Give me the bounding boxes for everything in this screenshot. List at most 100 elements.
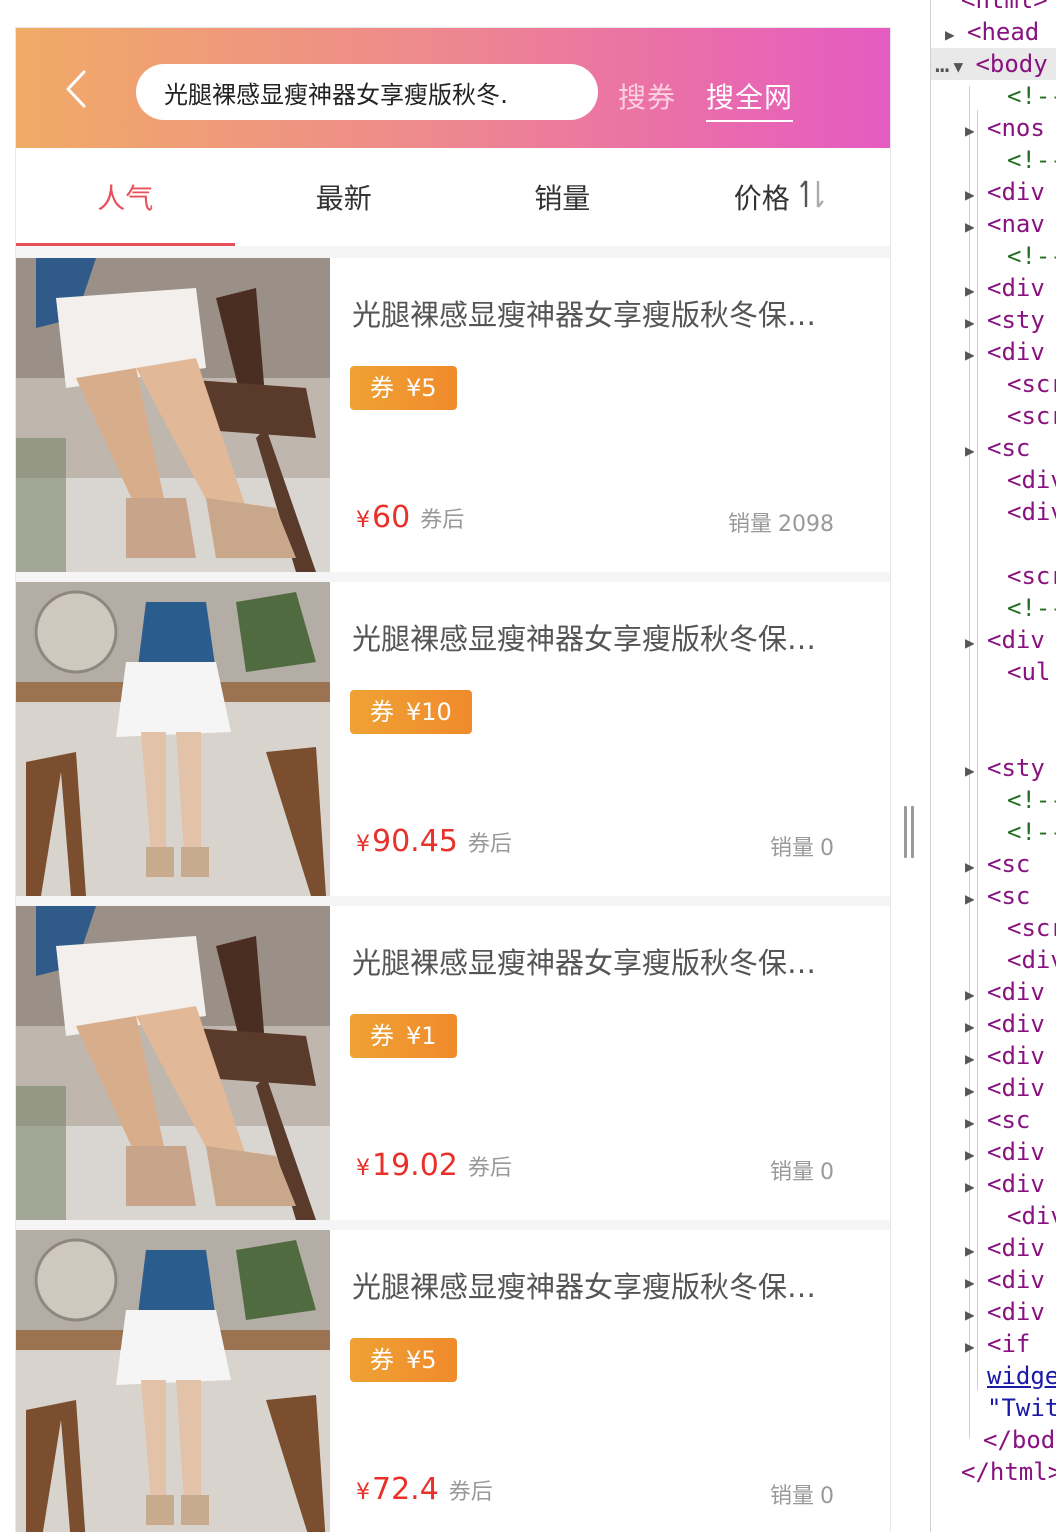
- dom-node-text: <!--: [1007, 818, 1056, 846]
- dom-tree-node[interactable]: … ▼ <body: [931, 48, 1056, 80]
- dom-tree-node[interactable]: <div: [1007, 496, 1056, 528]
- dom-tree-node[interactable]: <!--: [1007, 784, 1056, 816]
- dom-tree-node[interactable]: ▶ <if: [965, 1328, 1030, 1360]
- product-title[interactable]: 光腿裸感显瘦神器女享瘦版秋冬保暖连裤袜: [352, 940, 842, 982]
- dom-tree-node[interactable]: <html>: [961, 0, 1048, 16]
- dom-tree-node[interactable]: ▶ <sc: [965, 1104, 1030, 1136]
- dom-tree-node[interactable]: <scr: [1007, 912, 1056, 944]
- coupon-value: ¥5: [406, 374, 437, 402]
- dom-tree-node[interactable]: ▶ <div: [965, 976, 1045, 1008]
- tab-sales[interactable]: 销量: [453, 148, 672, 246]
- product-item[interactable]: 光腿裸感显瘦神器女享瘦版秋冬保暖连裤袜 券 ¥10 ¥90.45 券后 销量0: [16, 582, 890, 896]
- expand-right-icon[interactable]: ▶: [965, 307, 987, 339]
- search-input[interactable]: [164, 64, 506, 120]
- product-item[interactable]: 光腿裸感显瘦神器女享瘦版秋冬保暖连裤袜 券 ¥1 ¥19.02 券后 销量0: [16, 906, 890, 1220]
- dom-tree-node[interactable]: <div: [1007, 944, 1056, 976]
- dom-tree-node[interactable]: ▶ <div: [965, 176, 1045, 208]
- dom-tree-node[interactable]: <div: [1007, 1200, 1056, 1232]
- expand-right-icon[interactable]: ▶: [965, 627, 987, 659]
- dom-tree-node[interactable]: ▶ <sc: [965, 880, 1030, 912]
- dom-tree-node[interactable]: "Twit: [987, 1392, 1056, 1424]
- coupon-badge: 券 ¥5: [350, 1338, 457, 1382]
- dom-tree-node[interactable]: ▶ <nos: [965, 112, 1045, 144]
- dom-tree-node[interactable]: <ul: [1007, 656, 1050, 688]
- search-box[interactable]: [136, 64, 598, 120]
- dom-node-text: <scr: [1007, 914, 1056, 942]
- dom-tree-node[interactable]: <scr: [1007, 560, 1056, 592]
- expand-right-icon[interactable]: ▶: [965, 211, 987, 243]
- dom-node-text: <sty: [987, 306, 1045, 334]
- expand-right-icon[interactable]: ▶: [965, 1171, 987, 1203]
- search-coupon-button[interactable]: 搜券: [618, 76, 676, 116]
- product-title[interactable]: 光腿裸感显瘦神器女享瘦版秋冬保暖连裤袜: [352, 616, 842, 658]
- price-value: 60: [372, 500, 411, 535]
- product-item[interactable]: 光腿裸感显瘦神器女享瘦版秋冬保暖连裤袜 券 ¥5 ¥72.4 券后 销量0: [16, 1230, 890, 1532]
- ellipsis-icon[interactable]: …: [935, 50, 949, 78]
- expand-right-icon[interactable]: ▶: [965, 1075, 987, 1107]
- tab-newest[interactable]: 最新: [235, 148, 454, 246]
- expand-right-icon[interactable]: ▶: [945, 19, 967, 51]
- dom-tree-node[interactable]: ▶ <div: [965, 1008, 1045, 1040]
- dom-tree-node[interactable]: ▶ <div: [965, 272, 1045, 304]
- search-all-web-button[interactable]: 搜全网: [706, 76, 794, 122]
- product-image[interactable]: [16, 906, 330, 1220]
- expand-right-icon[interactable]: ▶: [965, 1299, 987, 1331]
- dom-tree-node[interactable]: <scr: [1007, 400, 1056, 432]
- expand-right-icon[interactable]: ▶: [965, 755, 987, 787]
- dom-tree-node[interactable]: <!--: [1007, 240, 1056, 272]
- back-button[interactable]: [54, 64, 104, 114]
- dom-tree-node[interactable]: ▶ <div: [965, 1040, 1045, 1072]
- dom-tree-node[interactable]: ▶ <sty: [965, 752, 1045, 784]
- dom-tree-node[interactable]: ▶ <sty: [965, 304, 1045, 336]
- dom-tree-node[interactable]: ▶ <div: [965, 1264, 1045, 1296]
- expand-right-icon[interactable]: ▶: [965, 1331, 987, 1363]
- dom-tree-node[interactable]: ▶ <div: [965, 1168, 1045, 1200]
- expand-right-icon[interactable]: ▶: [965, 179, 987, 211]
- expand-right-icon[interactable]: ▶: [965, 979, 987, 1011]
- dom-tree-node[interactable]: ▶ <nav: [965, 208, 1045, 240]
- dom-tree-node[interactable]: <!--: [1007, 80, 1056, 112]
- expand-right-icon[interactable]: ▶: [965, 115, 987, 147]
- product-title[interactable]: 光腿裸感显瘦神器女享瘦版秋冬保暖连裤袜: [352, 1264, 842, 1306]
- dom-tree-node[interactable]: ▶ <sc: [965, 848, 1030, 880]
- dom-tree-node[interactable]: ▶ <div: [965, 1072, 1045, 1104]
- product-image[interactable]: [16, 582, 330, 896]
- expand-right-icon[interactable]: ▶: [965, 883, 987, 915]
- sales-value: 0: [820, 1160, 834, 1185]
- dom-tree-node[interactable]: ▶ <div: [965, 1136, 1045, 1168]
- expand-right-icon[interactable]: ▶: [965, 435, 987, 467]
- dom-tree-node[interactable]: ▶ <sc: [965, 432, 1030, 464]
- expand-down-icon[interactable]: ▼: [953, 51, 975, 83]
- tab-popularity[interactable]: 人气: [16, 148, 235, 246]
- dom-tree-node[interactable]: <!--: [1007, 592, 1056, 624]
- dom-tree-node[interactable]: ▶ <div: [965, 1232, 1045, 1264]
- product-image[interactable]: [16, 1230, 330, 1532]
- expand-right-icon[interactable]: ▶: [965, 1107, 987, 1139]
- dom-tree-node[interactable]: ▶ <div: [965, 624, 1045, 656]
- product-item[interactable]: 光腿裸感显瘦神器女享瘦版秋冬保暖连裤袜 券 ¥5 ¥60 券后 销量2098: [16, 258, 890, 572]
- dom-tree-node[interactable]: <!--: [1007, 144, 1056, 176]
- dom-node-text: "Twit: [987, 1394, 1056, 1422]
- expand-right-icon[interactable]: ▶: [965, 1267, 987, 1299]
- expand-right-icon[interactable]: ▶: [965, 851, 987, 883]
- dom-tree-node[interactable]: ▶ <head: [945, 16, 1039, 48]
- expand-right-icon[interactable]: ▶: [965, 1235, 987, 1267]
- tab-price[interactable]: 价格: [672, 148, 891, 246]
- dom-tree-node[interactable]: <div: [1007, 464, 1056, 496]
- product-title[interactable]: 光腿裸感显瘦神器女享瘦版秋冬保暖连裤袜: [352, 292, 842, 334]
- expand-right-icon[interactable]: ▶: [965, 1043, 987, 1075]
- panel-resize-handle[interactable]: [902, 806, 916, 858]
- dom-tree-node[interactable]: </bod: [983, 1424, 1055, 1456]
- dom-tree-node[interactable]: ▶ <div: [965, 1296, 1045, 1328]
- expand-right-icon[interactable]: ▶: [965, 1011, 987, 1043]
- dom-tree-node[interactable]: widge: [987, 1360, 1056, 1392]
- expand-right-icon[interactable]: ▶: [965, 275, 987, 307]
- expand-right-icon[interactable]: ▶: [965, 1139, 987, 1171]
- dom-tree-node[interactable]: <scr: [1007, 368, 1056, 400]
- price-row: ¥90.45 券后: [356, 824, 512, 859]
- dom-tree-node[interactable]: </html>: [961, 1456, 1056, 1488]
- dom-tree-node[interactable]: ▶ <div: [965, 336, 1045, 368]
- product-image[interactable]: [16, 258, 330, 572]
- expand-right-icon[interactable]: ▶: [965, 339, 987, 371]
- dom-tree-node[interactable]: <!--: [1007, 816, 1056, 848]
